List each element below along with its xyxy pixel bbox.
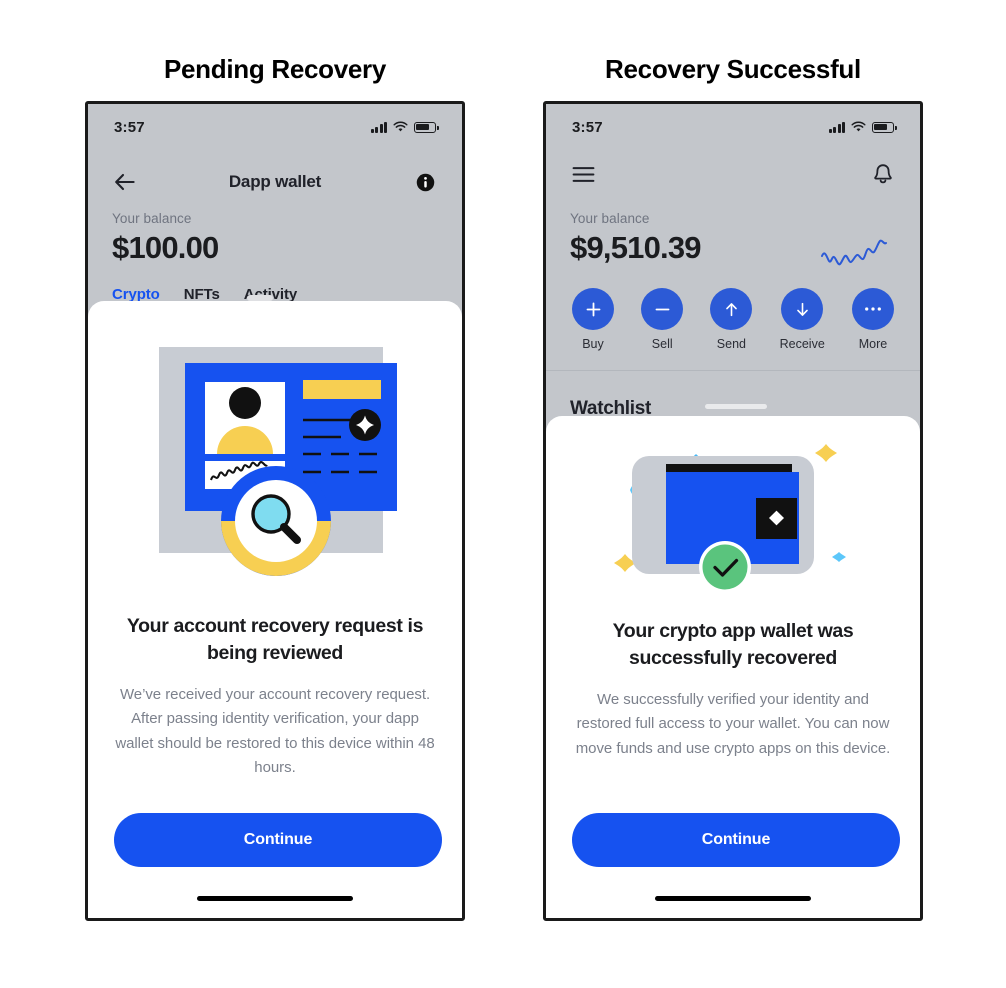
menu-button[interactable] (570, 161, 596, 187)
action-label-send: Send (716, 337, 746, 351)
nav-bar (546, 154, 920, 194)
wifi-icon (851, 121, 866, 132)
bell-icon (874, 164, 892, 184)
wifi-icon (393, 121, 408, 132)
section-divider (546, 370, 920, 371)
wallet-check-sparkles-illustration (546, 442, 920, 597)
status-bar: 3:57 (546, 104, 920, 150)
ellipsis-icon (851, 288, 894, 330)
id-card-magnifier-illustration (88, 341, 462, 596)
hamburger-menu-icon (572, 166, 594, 182)
action-receive[interactable]: Receive (780, 288, 825, 351)
home-indicator (655, 896, 811, 901)
balance-value: $100.00 (112, 230, 219, 265)
info-circle-icon (416, 173, 434, 191)
quick-actions: Buy Sell Send Receive More (546, 288, 920, 351)
continue-button[interactable]: Continue (572, 813, 900, 867)
screenshot-canvas: Pending Recovery 3:57 Dapp wallet Your b… (0, 0, 1006, 988)
sheet-body: We’ve received your account recovery req… (115, 686, 435, 776)
minus-icon (641, 288, 684, 330)
panel-caption-successful: Recovery Successful (605, 54, 861, 84)
page-title: Dapp wallet (228, 172, 322, 191)
back-button[interactable] (112, 169, 138, 195)
phone-frame-successful: 3:57 Your balance $9,510.39 Buy Sell Sen… (543, 101, 923, 921)
status-bar: 3:57 (88, 104, 462, 150)
battery-icon (872, 121, 897, 133)
action-label-more: More (858, 337, 888, 351)
action-sell[interactable]: Sell (641, 288, 684, 351)
plus-icon (572, 288, 614, 330)
status-icons (828, 121, 897, 133)
recovery-sheet-successful: Your crypto app wallet was successfully … (546, 416, 920, 918)
sheet-drag-handle[interactable] (705, 404, 767, 409)
battery-icon (414, 121, 439, 133)
info-button[interactable] (412, 169, 438, 195)
status-icons (370, 121, 439, 133)
panel-recovery-successful: Recovery Successful 3:57 Your balance $9… (543, 56, 923, 921)
sheet-title: Your crypto app wallet was successfully … (612, 620, 854, 669)
action-label-buy: Buy (582, 337, 604, 351)
action-label-sell: Sell (651, 337, 673, 351)
nav-bar: Dapp wallet (88, 162, 462, 202)
balance-label: Your balance (112, 211, 192, 226)
continue-button[interactable]: Continue (114, 813, 442, 867)
home-indicator (197, 896, 353, 901)
notifications-button[interactable] (870, 161, 896, 187)
sheet-title: Your account recovery request is being r… (126, 615, 424, 664)
panel-caption-pending: Pending Recovery (163, 54, 387, 84)
arrow-down-icon (781, 288, 824, 330)
balance-label: Your balance (570, 211, 650, 226)
panel-pending-recovery: Pending Recovery 3:57 Dapp wallet Your b… (85, 56, 465, 921)
action-send[interactable]: Send (710, 288, 753, 351)
action-more[interactable]: More (851, 288, 894, 351)
cellular-bars-icon (370, 121, 387, 133)
status-time: 3:57 (572, 118, 603, 136)
status-time: 3:57 (114, 118, 145, 136)
arrow-up-icon (710, 288, 753, 330)
sparkline-chart-icon (821, 239, 887, 266)
cellular-bars-icon (828, 121, 845, 133)
action-label-receive: Receive (779, 337, 825, 351)
arrow-left-icon (115, 173, 135, 191)
recovery-sheet-pending: Your account recovery request is being r… (88, 301, 462, 918)
sheet-body: We successfully verified your identity a… (575, 691, 891, 757)
action-buy[interactable]: Buy (572, 288, 614, 351)
phone-frame-pending: 3:57 Dapp wallet Your balance $100.00 Cr… (85, 101, 465, 921)
balance-value: $9,510.39 (570, 230, 702, 265)
